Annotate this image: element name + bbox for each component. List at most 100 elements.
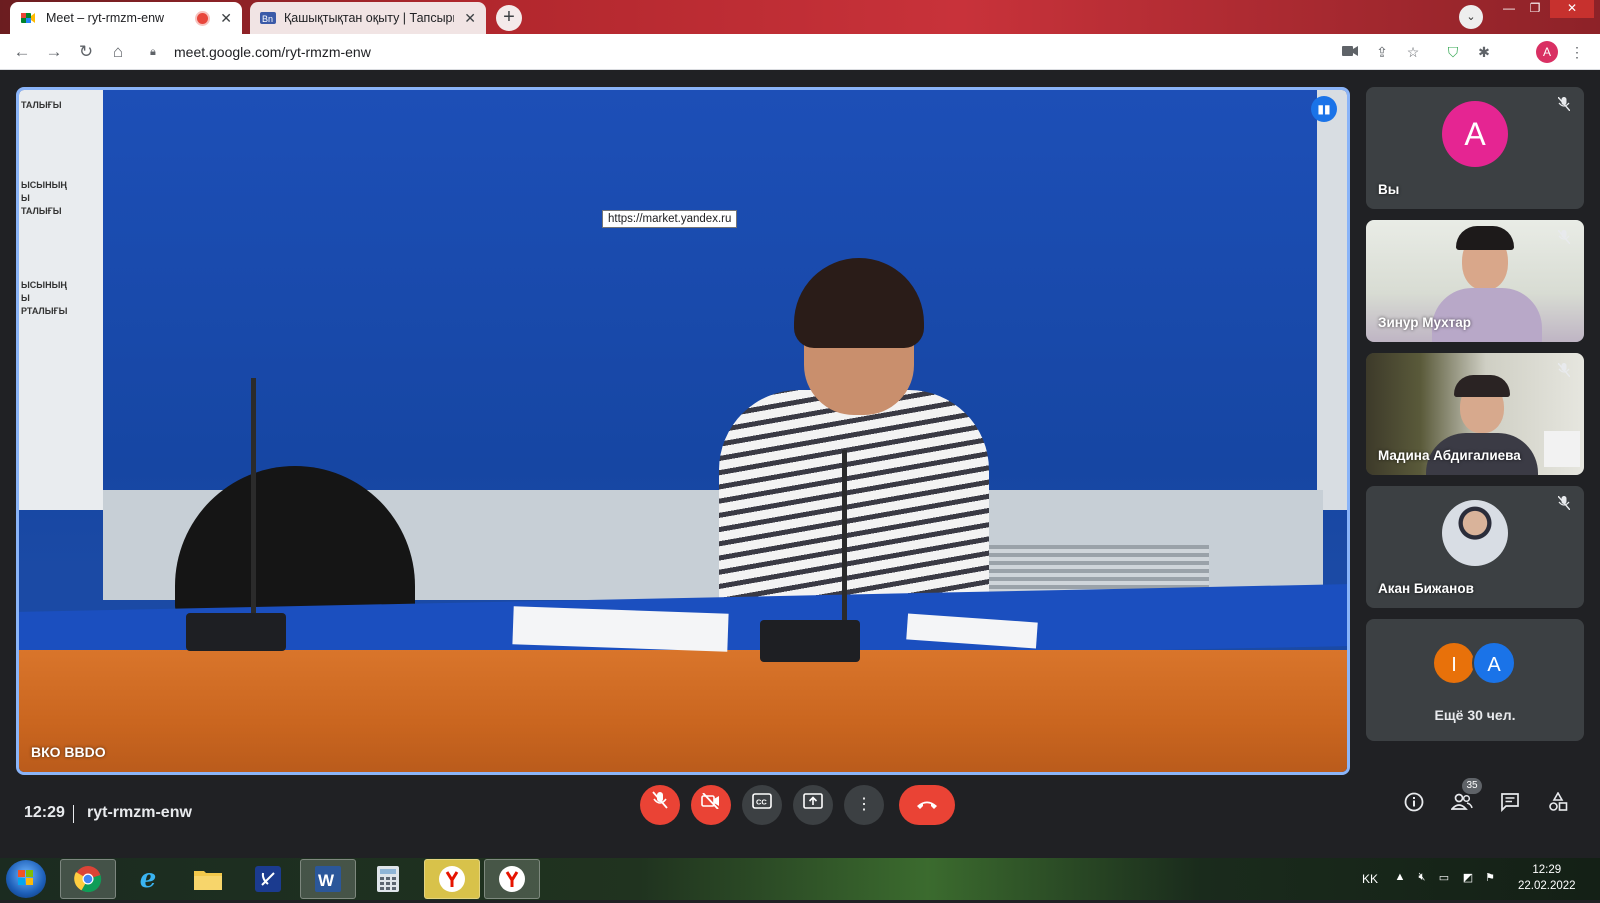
mic-off-icon [652,791,668,809]
window-minimize-button[interactable]: — [1496,0,1522,18]
meet-favicon-icon [21,13,35,23]
main-participant-name: ВКО ВВDО [31,744,106,760]
people-icon[interactable] [1449,792,1475,818]
chat-icon[interactable] [1497,792,1523,818]
window-restore-button[interactable]: ❐ [1522,0,1548,18]
banner-text: РТАЛЫҒЫ [21,306,68,316]
network-icon[interactable]: ▭ [1436,871,1452,887]
present-screen-button[interactable] [793,785,833,825]
participant-tile[interactable]: Зинур Мухтар [1366,220,1584,342]
participant-hair [1456,226,1514,250]
volume-muted-icon[interactable]: 🔇︎ [1414,871,1430,887]
present-screen-icon [803,793,823,809]
more-options-button[interactable]: ⋮ [844,785,884,825]
browser-menu-icon[interactable]: ⋮ [1567,42,1587,62]
taskbar-calculator-icon[interactable] [360,859,416,899]
svg-text:CC: CC [756,798,767,807]
mic-off-icon [1556,495,1572,512]
tab-meet[interactable]: Meet – ryt-rmzm-enw ✕ [10,2,242,34]
tab-search-chevron-down-icon[interactable]: ⌄ [1459,5,1483,29]
mic-off-icon [1556,96,1572,113]
avatar-photo [1442,500,1508,566]
meeting-code: ryt-rmzm-enw [87,804,192,821]
taskbar-chrome-icon[interactable] [60,859,116,899]
banner-text: Ы [21,293,30,303]
avatar: I [1432,641,1476,685]
close-tab-icon[interactable]: ✕ [464,10,476,27]
shield-extension-icon[interactable]: ⛉ [1443,42,1463,62]
microphone-toggle-button[interactable] [640,785,680,825]
new-tab-button[interactable]: + [496,5,522,31]
share-icon[interactable]: ⇪ [1372,42,1392,62]
closed-captions-icon: CC [752,793,772,809]
keyboard-language-indicator[interactable]: KK [1362,872,1378,886]
forward-arrow-icon[interactable]: → [42,40,66,64]
close-tab-icon[interactable]: ✕ [220,10,232,27]
microphone-stand [251,378,256,628]
tray-app-icon[interactable]: ◩ [1460,871,1476,887]
mic-off-icon [1556,229,1572,246]
mic-off-icon [1556,362,1572,379]
wall-banner-right [1317,90,1347,510]
camera-in-use-icon[interactable] [1340,42,1360,62]
tab-distance-learning[interactable]: Bn Қашықтықтан оқыту | Тапсырма ✕ [250,2,486,34]
system-clock[interactable]: 12:29 22.02.2022 [1518,862,1576,894]
avatar: A [1442,101,1508,167]
activities-icon[interactable] [1545,791,1571,818]
taskbar-yandex-icon[interactable] [424,859,480,899]
windows-logo-icon [18,870,33,885]
meeting-details-info-icon[interactable] [1401,792,1427,818]
address-bar[interactable]: 🔒︎ meet.google.com/ryt-rmzm-enw [140,38,1340,66]
participant-tile[interactable]: Акан Бижанов [1366,486,1584,608]
microphone-stand [842,450,847,640]
wall-banner: ТАЛЫҒЫ ЫСЫНЫҢ Ы ТАЛЫҒЫ ЫСЫНЫҢ Ы РТАЛЫҒЫ [19,90,103,510]
tab-title: Meet – ryt-rmzm-enw [46,11,165,25]
participant-tile[interactable]: Мадина Абдигалиева [1366,353,1584,475]
back-arrow-icon[interactable]: ← [10,40,34,64]
desk-front [19,650,1347,772]
windows-taskbar: e W KK ▲ 🔇︎ ▭ ◩ ⚑ 12:29 22.02.2022 [0,858,1600,900]
browser-tab-strip: Meet – ryt-rmzm-enw ✕ Bn Қашықтықтан оқы… [0,0,1600,34]
site-favicon-icon: Bn [260,12,276,24]
camera-toggle-button[interactable] [691,785,731,825]
recording-indicator-icon [197,13,208,24]
banner-text: ТАЛЫҒЫ [21,206,62,216]
divider [73,805,74,823]
tab-title: Қашықтықтан оқыту | Тапсырма [284,11,454,25]
taskbar-internet-explorer-icon[interactable]: e [120,859,176,899]
show-hidden-icons-chevron-icon[interactable]: ▲ [1392,871,1408,887]
microphone-base [186,613,286,651]
banner-text: ЫСЫНЫҢ [21,180,67,190]
captions-button[interactable]: CC [742,785,782,825]
home-icon[interactable]: ⌂ [106,40,130,64]
banner-text: ЫСЫНЫҢ [21,280,67,290]
meet-stage: ТАЛЫҒЫ ЫСЫНЫҢ Ы ТАЛЫҒЫ ЫСЫНЫҢ Ы РТАЛЫҒЫ … [0,70,1600,858]
bookmark-star-icon[interactable]: ☆ [1403,42,1423,62]
monitor-screen [1544,431,1580,467]
svg-text:Bn: Bn [262,14,273,24]
profile-avatar[interactable]: A [1536,41,1558,63]
taskbar-file-explorer-icon[interactable] [180,859,236,899]
more-participants-tile[interactable]: I A Ещё 30 чел. [1366,619,1584,741]
avatar: A [1472,641,1516,685]
extensions-puzzle-icon[interactable]: ✱ [1474,42,1494,62]
meeting-time: 12:29 [24,804,65,821]
leave-call-button[interactable] [899,785,955,825]
url-text[interactable]: meet.google.com/ryt-rmzm-enw [174,44,371,60]
taskbar-phone-app-icon[interactable] [240,859,296,899]
taskbar-yandex-browser-icon[interactable] [484,859,540,899]
reload-icon[interactable]: ↻ [74,40,98,64]
windows-start-button[interactable] [6,860,46,898]
participant-name: Мадина Абдигалиева [1378,448,1521,463]
browser-toolbar: ← → ↻ ⌂ 🔒︎ meet.google.com/ryt-rmzm-enw … [0,34,1600,70]
participant-name: Вы [1378,182,1400,197]
banner-text: Ы [21,193,30,203]
main-video-tile[interactable]: ТАЛЫҒЫ ЫСЫНЫҢ Ы ТАЛЫҒЫ ЫСЫНЫҢ Ы РТАЛЫҒЫ … [16,87,1350,775]
participant-tile-self[interactable]: A Вы [1366,87,1584,209]
window-close-button[interactable]: ✕ [1550,0,1594,18]
desk-paper [512,606,729,652]
lock-icon[interactable]: 🔒︎ [150,46,162,59]
taskbar-word-icon[interactable]: W [300,859,356,899]
action-center-flag-icon[interactable]: ⚑ [1482,871,1498,887]
clock-time: 12:29 [1532,864,1562,876]
